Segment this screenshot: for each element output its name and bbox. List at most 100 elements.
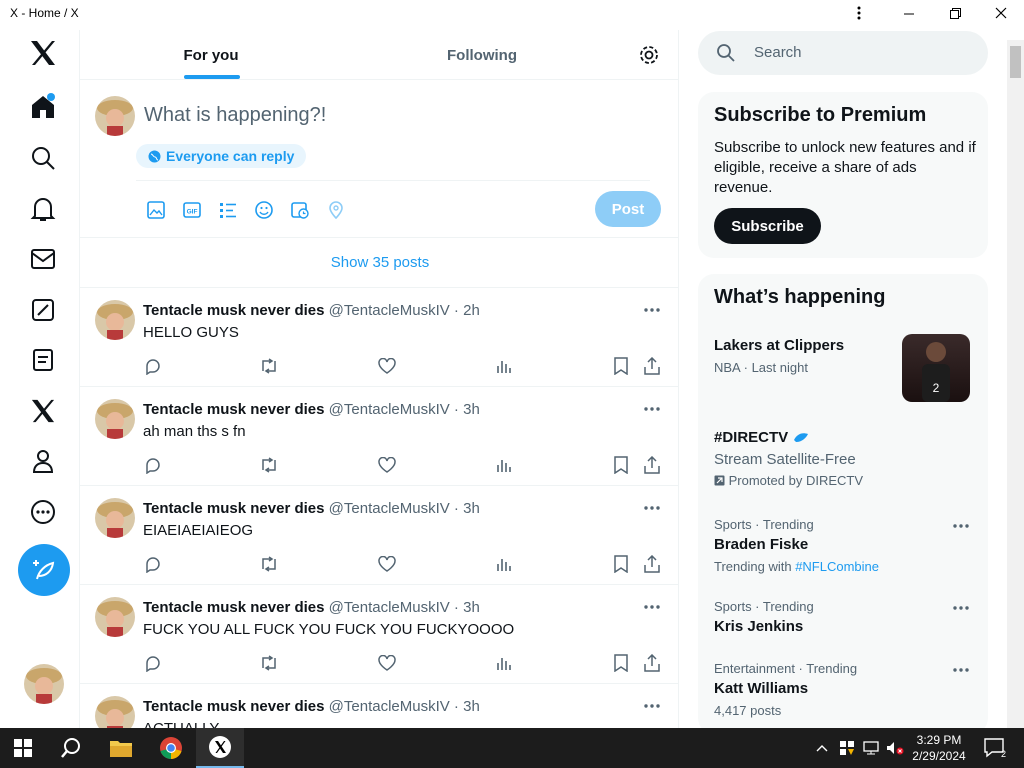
views-icon[interactable] [493, 553, 515, 575]
tweet-avatar[interactable] [95, 399, 135, 439]
restore-icon[interactable] [932, 0, 978, 26]
page-scrollbar[interactable] [1007, 40, 1024, 728]
timeline-settings-icon[interactable] [636, 42, 662, 68]
tweet-time[interactable]: 3h [463, 698, 480, 715]
tweet-avatar[interactable] [95, 696, 135, 728]
location-icon[interactable] [324, 198, 348, 222]
notification-center-icon[interactable]: 2 [980, 728, 1010, 768]
repost-icon[interactable] [258, 553, 280, 575]
share-icon[interactable] [641, 652, 663, 674]
tweet-author-name[interactable]: Tentacle musk never dies [143, 698, 324, 715]
tweet-time[interactable]: 2h [463, 302, 480, 319]
lists-icon[interactable] [23, 340, 63, 380]
trend-title[interactable]: Lakers at Clippers [714, 337, 844, 354]
more-options-icon[interactable] [950, 598, 972, 618]
views-icon[interactable] [493, 355, 515, 377]
windows-start-icon[interactable] [0, 728, 46, 768]
gif-icon[interactable]: GIF [180, 198, 204, 222]
x-app-taskbar-icon[interactable] [196, 728, 244, 768]
tweet-author-name[interactable]: Tentacle musk never dies [143, 401, 324, 418]
explore-icon[interactable] [23, 138, 63, 178]
tab-for-you[interactable]: For you [80, 30, 342, 80]
search-input[interactable]: Search [698, 31, 988, 75]
trend-image[interactable]: 2 [902, 334, 970, 402]
tweet-row[interactable]: Tentacle musk never dies @TentacleMuskIV… [80, 684, 678, 728]
like-icon[interactable] [376, 652, 398, 674]
tweet-handle[interactable]: @TentacleMuskIV [329, 401, 450, 418]
tweet-time[interactable]: 3h [463, 401, 480, 418]
more-options-icon[interactable] [640, 696, 664, 716]
composer-avatar[interactable] [95, 96, 135, 136]
bookmark-icon[interactable] [610, 355, 632, 377]
reply-icon[interactable] [142, 355, 164, 377]
tweet-handle[interactable]: @TentacleMuskIV [329, 698, 450, 715]
repost-icon[interactable] [258, 652, 280, 674]
tray-overflow-icon[interactable] [810, 728, 834, 768]
subscribe-button[interactable]: Subscribe [714, 208, 821, 244]
share-icon[interactable] [641, 355, 663, 377]
reply-icon[interactable] [142, 454, 164, 476]
notifications-icon[interactable] [23, 189, 63, 229]
tweet-avatar[interactable] [95, 300, 135, 340]
more-options-icon[interactable] [950, 516, 972, 536]
network-icon[interactable] [860, 728, 882, 768]
like-icon[interactable] [376, 454, 398, 476]
promoted-trend-title[interactable]: #DIRECTV [714, 429, 810, 446]
schedule-icon[interactable] [288, 198, 312, 222]
media-icon[interactable] [144, 198, 168, 222]
home-icon[interactable] [23, 87, 63, 127]
tweet-author-name[interactable]: Tentacle musk never dies [143, 599, 324, 616]
trend-title[interactable]: Kris Jenkins [714, 618, 803, 635]
profile-icon[interactable] [23, 441, 63, 481]
emoji-icon[interactable] [252, 198, 276, 222]
tweet-time[interactable]: 3h [463, 599, 480, 616]
tweet-row[interactable]: Tentacle musk never dies @TentacleMuskIV… [80, 486, 678, 585]
minimize-icon[interactable] [886, 0, 932, 26]
more-options-icon[interactable] [640, 300, 664, 320]
poll-icon[interactable] [216, 198, 240, 222]
tweet-row[interactable]: Tentacle musk never dies @TentacleMuskIV… [80, 387, 678, 486]
close-icon[interactable] [978, 0, 1024, 26]
grok-icon[interactable] [23, 290, 63, 330]
x-logo-icon[interactable] [23, 33, 63, 73]
tweet-time[interactable]: 3h [463, 500, 480, 517]
tweet-avatar[interactable] [95, 498, 135, 538]
composer-input[interactable]: What is happening?! [144, 104, 326, 127]
share-icon[interactable] [641, 553, 663, 575]
messages-icon[interactable] [23, 239, 63, 279]
more-options-icon[interactable] [640, 399, 664, 419]
bookmark-icon[interactable] [610, 652, 632, 674]
more-options-icon[interactable] [640, 498, 664, 518]
reply-icon[interactable] [142, 652, 164, 674]
reply-icon[interactable] [142, 553, 164, 575]
like-icon[interactable] [376, 553, 398, 575]
more-icon[interactable] [23, 492, 63, 532]
tweet-author-name[interactable]: Tentacle musk never dies [143, 302, 324, 319]
trend-hashtag-link[interactable]: #NFLCombine [795, 559, 879, 574]
system-clock[interactable]: 3:29 PM 2/29/2024 [902, 732, 976, 764]
tweet-avatar[interactable] [95, 597, 135, 637]
tweet-row[interactable]: Tentacle musk never dies @TentacleMuskIV… [80, 288, 678, 387]
chrome-icon[interactable] [148, 728, 194, 768]
scrollbar-thumb[interactable] [1010, 46, 1021, 78]
tweet-author-name[interactable]: Tentacle musk never dies [143, 500, 324, 517]
tweet-row[interactable]: Tentacle musk never dies @TentacleMuskIV… [80, 585, 678, 684]
repost-icon[interactable] [258, 454, 280, 476]
trend-title[interactable]: Braden Fiske [714, 536, 808, 553]
like-icon[interactable] [376, 355, 398, 377]
share-icon[interactable] [641, 454, 663, 476]
more-options-icon[interactable] [950, 660, 972, 680]
file-explorer-icon[interactable] [98, 728, 144, 768]
compose-post-button[interactable] [18, 544, 70, 596]
more-options-icon[interactable] [640, 597, 664, 617]
premium-x-icon[interactable] [23, 391, 63, 431]
views-icon[interactable] [493, 652, 515, 674]
tweet-handle[interactable]: @TentacleMuskIV [329, 599, 450, 616]
trend-title[interactable]: Katt Williams [714, 680, 808, 697]
bookmark-icon[interactable] [610, 553, 632, 575]
reply-setting-button[interactable]: Everyone can reply [136, 144, 307, 168]
security-tray-icon[interactable] [836, 728, 858, 768]
show-new-posts[interactable]: Show 35 posts [80, 238, 678, 288]
views-icon[interactable] [493, 454, 515, 476]
bookmark-icon[interactable] [610, 454, 632, 476]
